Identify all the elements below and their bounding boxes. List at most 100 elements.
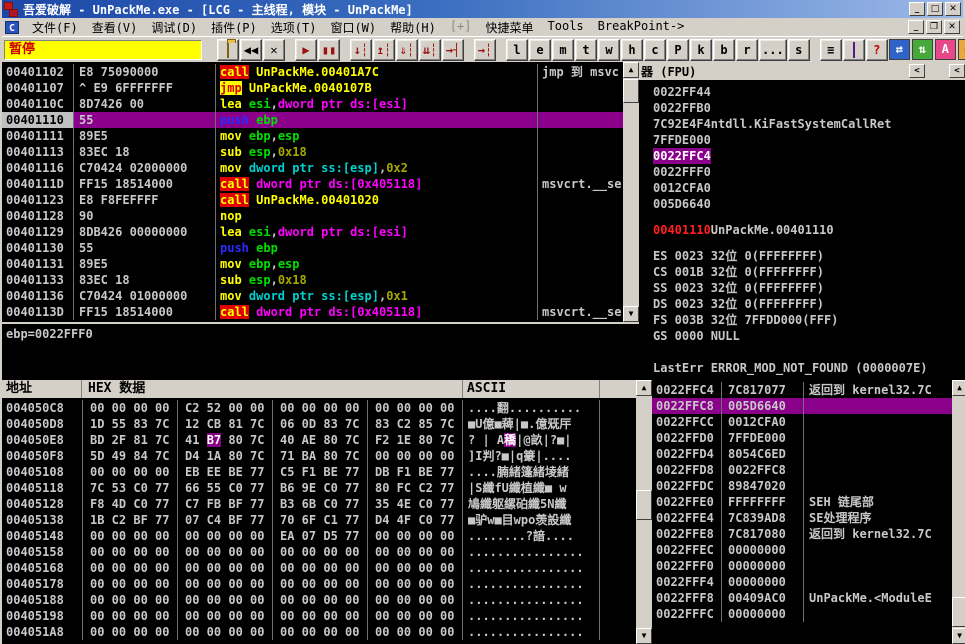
- stack-row[interactable]: 0022FFCC0012CFA0: [652, 414, 952, 430]
- dump-row[interactable]: 004050F85D 49 84 7CD4 1A 80 7C71 BA 80 7…: [2, 448, 636, 464]
- menu-item-5[interactable]: 窗口(W): [323, 18, 383, 37]
- stack-scrollbar[interactable]: ▲ ▼: [952, 380, 965, 644]
- segment-register-row[interactable]: SS 0023 32位 0(FFFFFFFF): [653, 280, 965, 296]
- stack-row[interactable]: 0022FFC47C817077返回到 kernel32.7C: [652, 382, 952, 398]
- mdi-restore-button[interactable]: ❐: [926, 20, 942, 34]
- open-file-button[interactable]: [217, 39, 239, 61]
- execute-till-return-button[interactable]: →┤: [442, 39, 464, 61]
- disasm-row[interactable]: 00401107^ E9 6FFFFFFFjmp UnPackMe.004010…: [2, 80, 623, 96]
- appearance-button[interactable]: [843, 39, 865, 61]
- eip-row[interactable]: 00401110 UnPackMe.00401110: [653, 222, 965, 238]
- stack-row[interactable]: 0022FFD48054C6ED: [652, 446, 952, 462]
- dump-row[interactable]: 0040510800 00 00 00EB EE BE 77C5 F1 BE 7…: [2, 464, 636, 480]
- disasm-row[interactable]: 00401136C70424 01000000mov dword ptr ss:…: [2, 288, 623, 304]
- register-row[interactable]: 7C92E4F4 ntdll.KiFastSystemCallRet: [653, 116, 965, 132]
- scroll-thumb[interactable]: [636, 490, 652, 520]
- step-into-button[interactable]: ↓┆: [350, 39, 372, 61]
- stack-row[interactable]: 0022FFE47C839AD8SE处理程序: [652, 510, 952, 526]
- register-row[interactable]: 0022FF44: [653, 84, 965, 100]
- record-plugin-icon[interactable]: ●: [958, 39, 965, 60]
- call-stack-window-button[interactable]: k: [690, 39, 712, 61]
- references-window-button[interactable]: r: [736, 39, 758, 61]
- scroll-down-icon[interactable]: ▼: [952, 628, 965, 644]
- menu-item-0[interactable]: 文件(F): [25, 18, 85, 37]
- disasm-row[interactable]: 0040110C8D7426 00lea esi,dword ptr ds:[e…: [2, 96, 623, 112]
- restart-button[interactable]: ◀◀: [240, 39, 262, 61]
- disassembly-scrollbar[interactable]: ▲ ▼: [623, 62, 639, 322]
- help-button[interactable]: ?: [866, 39, 888, 61]
- register-row[interactable]: 0022FFC4: [653, 148, 965, 164]
- run-trace-window-button[interactable]: ...: [759, 39, 787, 61]
- dump-row[interactable]: 004050E8BD 2F 81 7C41 B7 80 7C40 AE 80 7…: [2, 432, 636, 448]
- segment-register-row[interactable]: CS 001B 32位 0(FFFFFFFF): [653, 264, 965, 280]
- source-window-button[interactable]: s: [788, 39, 810, 61]
- animate-into-button[interactable]: ⇓┆: [396, 39, 418, 61]
- stack-row[interactable]: 0022FFF800409AC0UnPackMe.<ModuleE: [652, 590, 952, 606]
- segment-register-row[interactable]: GS 0000 NULL: [653, 328, 965, 344]
- stack-row[interactable]: 0022FFE87C817080返回到 kernel32.7C: [652, 526, 952, 542]
- disasm-row[interactable]: 0040113189E5mov ebp,esp: [2, 256, 623, 272]
- dump-row[interactable]: 0040515800 00 00 0000 00 00 0000 00 00 0…: [2, 544, 636, 560]
- disasm-row[interactable]: 0040112890nop: [2, 208, 623, 224]
- scroll-up-icon[interactable]: ▲: [636, 380, 652, 396]
- dump-row[interactable]: 0040514800 00 00 0000 00 00 00EA 07 D5 7…: [2, 528, 636, 544]
- stack-row[interactable]: 0022FFEC00000000: [652, 542, 952, 558]
- disasm-row[interactable]: 0040111055push ebp: [2, 112, 623, 128]
- handles-window-button[interactable]: h: [621, 39, 643, 61]
- stack-row[interactable]: 0022FFF000000000: [652, 558, 952, 574]
- breakpoints-window-button[interactable]: b: [713, 39, 735, 61]
- scroll-down-icon[interactable]: ▼: [636, 628, 652, 644]
- disasm-row[interactable]: 00401102E8 75090000call UnPackMe.00401A7…: [2, 64, 623, 80]
- menu-item-1[interactable]: 查看(V): [85, 18, 145, 37]
- menu-item-2[interactable]: 调试(D): [144, 18, 204, 37]
- disasm-row[interactable]: 00401123E8 F8FEFFFFcall UnPackMe.0040102…: [2, 192, 623, 208]
- step-over-button[interactable]: ↥┆: [373, 39, 395, 61]
- scroll-up-icon[interactable]: ▲: [952, 380, 965, 396]
- menu-item-6[interactable]: 帮助(H): [383, 18, 443, 37]
- register-row[interactable]: 0022FFF0: [653, 164, 965, 180]
- disasm-row[interactable]: 004011298DB426 00000000lea esi,dword ptr…: [2, 224, 623, 240]
- mdi-minimize-button[interactable]: _: [908, 20, 924, 34]
- updown-plugin-icon[interactable]: ⇅: [912, 39, 933, 60]
- registers-prev-button[interactable]: <: [909, 64, 925, 78]
- options-list-button[interactable]: ≡: [820, 39, 842, 61]
- register-row[interactable]: 0012CFA0: [653, 180, 965, 196]
- patches-window-button[interactable]: P: [667, 39, 689, 61]
- dump-row[interactable]: 0040519800 00 00 0000 00 00 0000 00 00 0…: [2, 608, 636, 624]
- dump-row[interactable]: 004051187C 53 C0 7766 55 C0 77B6 9E C0 7…: [2, 480, 636, 496]
- disasm-row[interactable]: 0040113383EC 18sub esp,0x18: [2, 272, 623, 288]
- mdi-close-button[interactable]: ✕: [944, 20, 960, 34]
- dump-row[interactable]: 004050C800 00 00 00C2 52 00 0000 00 00 0…: [2, 400, 636, 416]
- close-button[interactable]: ✕: [945, 2, 961, 16]
- sync-plugin-icon[interactable]: ⇄: [889, 39, 910, 60]
- menu-item-3[interactable]: 插件(P): [204, 18, 264, 37]
- mdi-child-icon[interactable]: C: [5, 21, 19, 34]
- registers-prev2-button[interactable]: <: [949, 64, 965, 78]
- stack-row[interactable]: 0022FFC8005D6640: [652, 398, 952, 414]
- lasterr-row[interactable]: LastErr ERROR_MOD_NOT_FOUND (0000007E): [653, 360, 965, 376]
- disasm-row[interactable]: 0040113DFF15 18514000call dword ptr ds:[…: [2, 304, 623, 320]
- threads-window-button[interactable]: t: [575, 39, 597, 61]
- segment-register-row[interactable]: DS 0023 32位 0(FFFFFFFF): [653, 296, 965, 312]
- scroll-thumb[interactable]: [623, 79, 639, 103]
- stack-row[interactable]: 0022FFF400000000: [652, 574, 952, 590]
- scroll-down-icon[interactable]: ▼: [623, 306, 639, 322]
- dump-row[interactable]: 004051381B C2 BF 7707 C4 BF 7770 6F C1 7…: [2, 512, 636, 528]
- log-window-button[interactable]: l: [506, 39, 528, 61]
- dump-row[interactable]: 0040518800 00 00 0000 00 00 0000 00 00 0…: [2, 592, 636, 608]
- menu-item-8[interactable]: 快捷菜单: [479, 18, 541, 37]
- disasm-row[interactable]: 0040113055push ebp: [2, 240, 623, 256]
- pause-button[interactable]: ▮▮: [318, 39, 340, 61]
- maximize-button[interactable]: □: [927, 2, 943, 16]
- register-row[interactable]: 0022FFB0: [653, 100, 965, 116]
- analyze-a-plugin-icon[interactable]: A: [935, 39, 956, 60]
- dump-row[interactable]: 0040517800 00 00 0000 00 00 0000 00 00 0…: [2, 576, 636, 592]
- stack-row[interactable]: 0022FFD07FFDE000: [652, 430, 952, 446]
- register-row[interactable]: 7FFDE000: [653, 132, 965, 148]
- disasm-row[interactable]: 00401116C70424 02000000mov dword ptr ss:…: [2, 160, 623, 176]
- menu-item-10[interactable]: BreakPoint->: [591, 18, 692, 37]
- dump-row[interactable]: 00405128F8 4D C0 77C7 FB BF 77B3 6B C0 7…: [2, 496, 636, 512]
- close-program-button[interactable]: ✕: [263, 39, 285, 61]
- windows-window-button[interactable]: w: [598, 39, 620, 61]
- disasm-row[interactable]: 0040111383EC 18sub esp,0x18: [2, 144, 623, 160]
